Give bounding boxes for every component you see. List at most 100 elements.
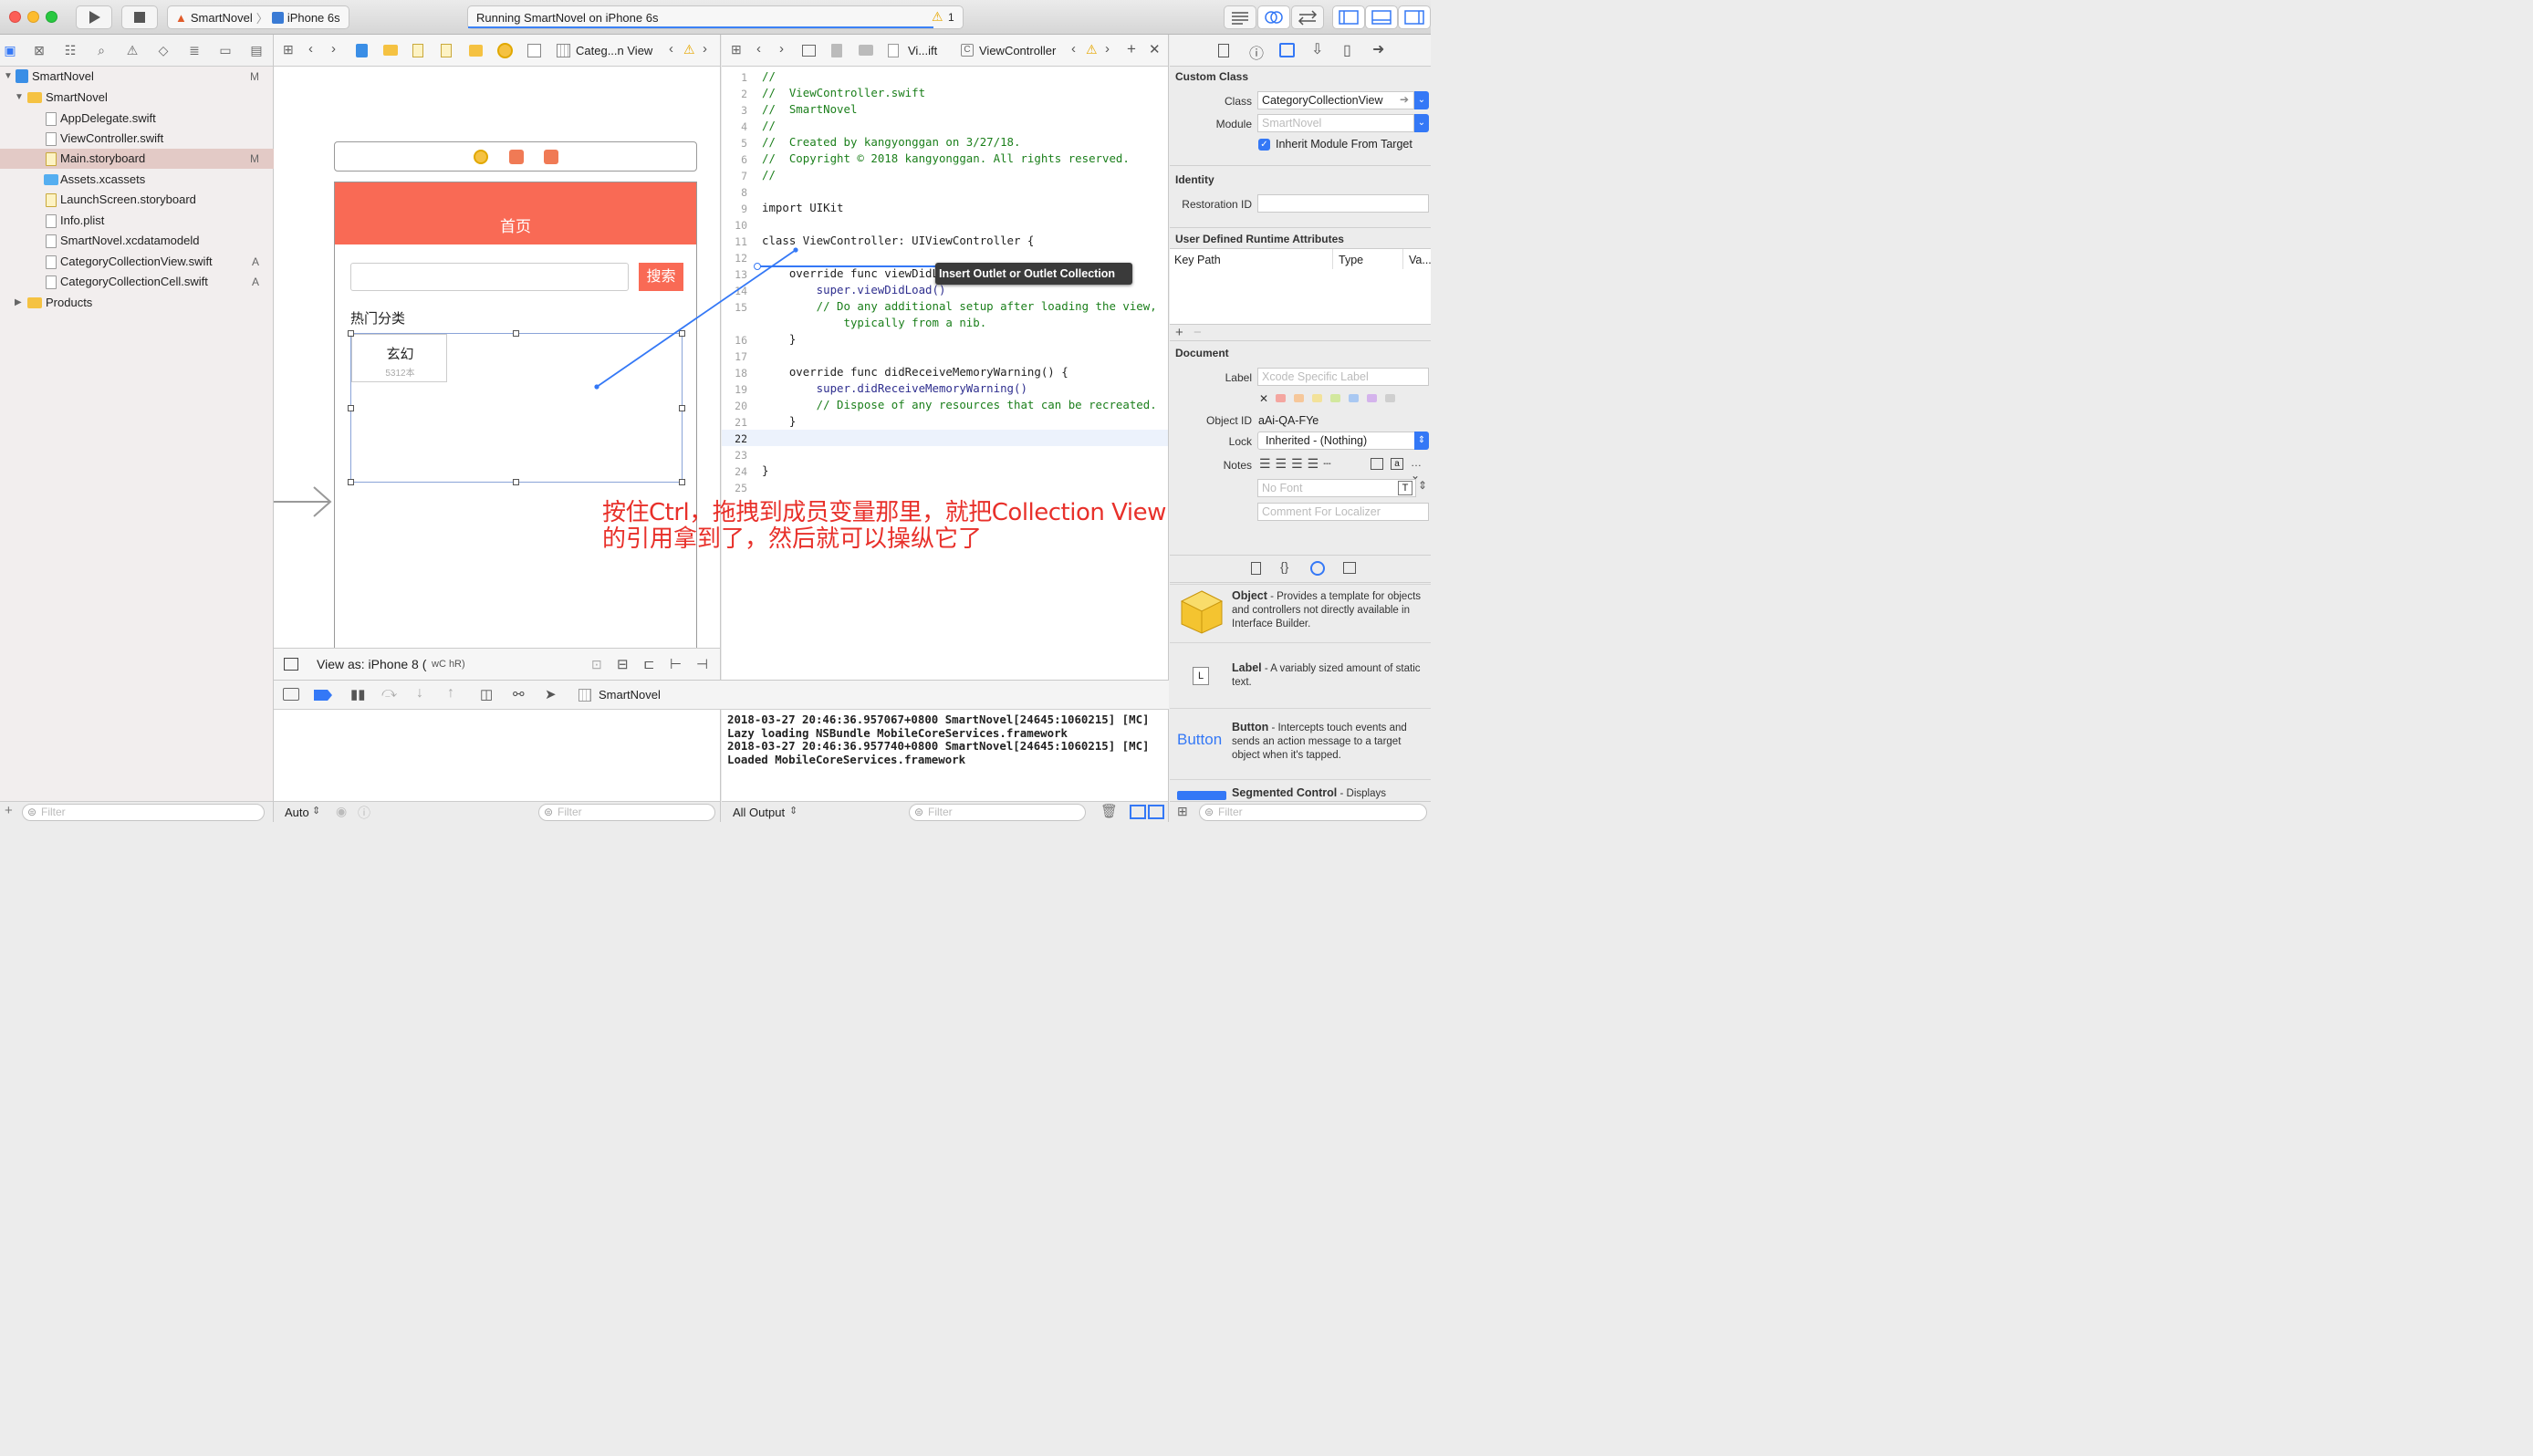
view-as-label[interactable]: View as: iPhone 8 ( <box>317 657 426 671</box>
project-icon[interactable] <box>356 44 368 57</box>
lock-dropdown-button[interactable]: ⇕ <box>1414 432 1429 450</box>
nav-item-file[interactable]: CategoryCollectionView.swift A <box>0 252 274 272</box>
inherit-module-checkbox[interactable]: ✓ <box>1258 139 1270 151</box>
nav-item-project[interactable]: ▼ SmartNovel M <box>0 67 274 87</box>
exit-icon[interactable] <box>544 150 558 164</box>
color-tag-swatch[interactable] <box>1349 394 1359 402</box>
color-tag-swatch[interactable] <box>1294 394 1304 402</box>
forward-arrow-icon[interactable]: › <box>331 41 336 57</box>
variables-mode-selector[interactable]: Auto <box>285 806 309 819</box>
class-dropdown-button[interactable]: ⌄ <box>1414 91 1429 109</box>
nav-item-file[interactable]: Assets.xcassets <box>0 170 274 190</box>
resize-handle[interactable] <box>513 479 519 485</box>
related-items-icon[interactable]: ⊞ <box>283 42 294 57</box>
nav-item-group[interactable]: ▶ Products <box>0 293 274 313</box>
output-mode-selector[interactable]: All Output <box>733 806 785 819</box>
library-item-segmented-control[interactable]: Segmented Control - Displays <box>1170 779 1431 801</box>
text-alignment-icons[interactable]: ☰☰☰☰┄ <box>1259 456 1336 472</box>
resize-handle[interactable] <box>348 405 354 411</box>
back-arrow-icon[interactable]: ‹ <box>308 41 313 57</box>
library-item-label[interactable]: L Label - A variably sized amount of sta… <box>1170 642 1431 708</box>
embed-in-stack-icon[interactable]: ⊡ <box>591 657 602 672</box>
grid-view-icon[interactable]: ⊞ <box>1177 804 1188 819</box>
minimize-window-button[interactable] <box>27 11 39 23</box>
update-frames-icon[interactable]: ⊟ <box>617 656 629 672</box>
close-editor-icon[interactable]: ✕ <box>1149 41 1161 57</box>
color-well-icon[interactable] <box>1371 458 1383 470</box>
jump-bar-file[interactable]: Vi...ift <box>908 44 937 57</box>
text-attributes-icon[interactable]: a <box>1391 458 1403 470</box>
view-icon[interactable] <box>527 44 541 57</box>
variables-filter-input[interactable]: ⊜ Filter <box>538 804 715 821</box>
nav-item-file[interactable]: SmartNovel.xcdatamodeld <box>0 231 274 251</box>
close-window-button[interactable] <box>9 11 21 23</box>
first-responder-icon[interactable] <box>509 150 524 164</box>
code-snippet-library-icon[interactable]: {} <box>1280 559 1288 574</box>
report-navigator-icon[interactable]: ▤ <box>249 43 264 57</box>
size-inspector-icon[interactable]: ▯ <box>1343 41 1351 59</box>
related-items-icon[interactable]: ⊞ <box>731 42 742 57</box>
runtime-attributes-table[interactable]: Key Path Type Va... <box>1170 248 1431 325</box>
quick-look-icon[interactable]: ◉ <box>336 804 347 819</box>
quick-help-icon[interactable]: ⓘ <box>1249 41 1264 63</box>
color-tag-swatch[interactable] <box>1276 394 1286 402</box>
hide-debug-area-icon[interactable] <box>283 688 299 701</box>
step-over-icon[interactable]: ⤼ <box>381 685 397 702</box>
color-tag-swatch[interactable] <box>1312 394 1322 402</box>
nav-item-file[interactable]: Info.plist <box>0 211 274 231</box>
find-navigator-icon[interactable]: ⌕ <box>94 43 109 57</box>
assistant-editor-button[interactable] <box>1257 5 1290 29</box>
resize-handle[interactable] <box>348 479 354 485</box>
swift-file-icon[interactable] <box>888 44 899 57</box>
forward-arrow-icon[interactable]: › <box>779 41 784 57</box>
folder-icon[interactable] <box>859 45 873 56</box>
pause-icon[interactable]: ▮▮ <box>350 686 366 702</box>
console-filter-input[interactable]: ⊜ Filter <box>909 804 1086 821</box>
color-tag-swatch[interactable] <box>1330 394 1340 402</box>
back-arrow-icon[interactable]: ‹ <box>756 41 761 57</box>
nav-item-group[interactable]: ▼ SmartNovel <box>0 88 274 108</box>
library-item-object[interactable]: Object - Provides a template for objects… <box>1170 584 1431 641</box>
memory-graph-icon[interactable]: ⚯ <box>513 686 525 702</box>
nav-item-file[interactable]: AppDelegate.swift <box>0 109 274 129</box>
simulate-location-icon[interactable]: ➤ <box>545 686 557 702</box>
resize-handle[interactable] <box>679 405 685 411</box>
version-editor-button[interactable] <box>1291 5 1324 29</box>
storyboard-file-icon[interactable] <box>412 44 423 57</box>
variables-view-toggle-icon[interactable] <box>1130 805 1146 819</box>
scheme-selector[interactable]: ▲ SmartNovel 〉 iPhone 6s <box>167 5 349 29</box>
project-navigator-icon[interactable]: ▣ <box>3 43 17 57</box>
warning-icon[interactable]: ⚠ <box>932 9 943 25</box>
document-label-field[interactable]: Xcode Specific Label <box>1257 368 1429 386</box>
go-to-class-arrow-icon[interactable]: ➔ <box>1400 93 1409 106</box>
scene-icon[interactable] <box>469 45 483 57</box>
document-outline-toggle-icon[interactable] <box>284 658 298 671</box>
nav-item-file-selected[interactable]: Main.storyboard M <box>0 149 274 169</box>
warning-icon[interactable]: ⚠ <box>1086 42 1098 57</box>
info-icon[interactable]: ⓘ <box>358 804 370 822</box>
add-attribute-icon[interactable]: + <box>1175 325 1183 340</box>
resize-handle[interactable] <box>513 330 519 337</box>
stepper-icon[interactable]: ⇕ <box>1418 479 1427 492</box>
navigator-filter-input[interactable]: ⊜ Filter <box>22 804 265 821</box>
comment-field[interactable]: Comment For Localizer <box>1257 503 1429 521</box>
resolve-issues-icon[interactable]: ⊣ <box>696 656 708 672</box>
module-field[interactable]: SmartNovel <box>1257 114 1414 132</box>
library-item-button[interactable]: Button Button - Intercepts touch events … <box>1170 708 1431 779</box>
add-constraints-icon[interactable]: ⊢ <box>670 656 682 672</box>
view-controller-icon[interactable] <box>497 43 513 58</box>
class-field[interactable]: CategoryCollectionView <box>1257 91 1414 109</box>
toggle-inspector-button[interactable] <box>1398 5 1431 29</box>
symbol-navigator-icon[interactable]: ☷ <box>63 43 78 57</box>
identity-inspector-icon[interactable] <box>1279 43 1295 57</box>
object-library-icon[interactable] <box>1310 561 1325 576</box>
resize-handle[interactable] <box>348 330 354 337</box>
file-template-library-icon[interactable] <box>1251 562 1261 575</box>
nav-item-file[interactable]: ViewController.swift <box>0 129 274 149</box>
debug-target-label[interactable]: SmartNovel <box>599 688 661 702</box>
breakpoint-navigator-icon[interactable]: ▭ <box>218 43 233 57</box>
font-picker-icon[interactable]: T <box>1398 481 1412 495</box>
standard-editor-button[interactable] <box>1224 5 1256 29</box>
font-field[interactable]: No Font <box>1257 479 1416 497</box>
debug-navigator-icon[interactable]: ≣ <box>187 43 202 57</box>
